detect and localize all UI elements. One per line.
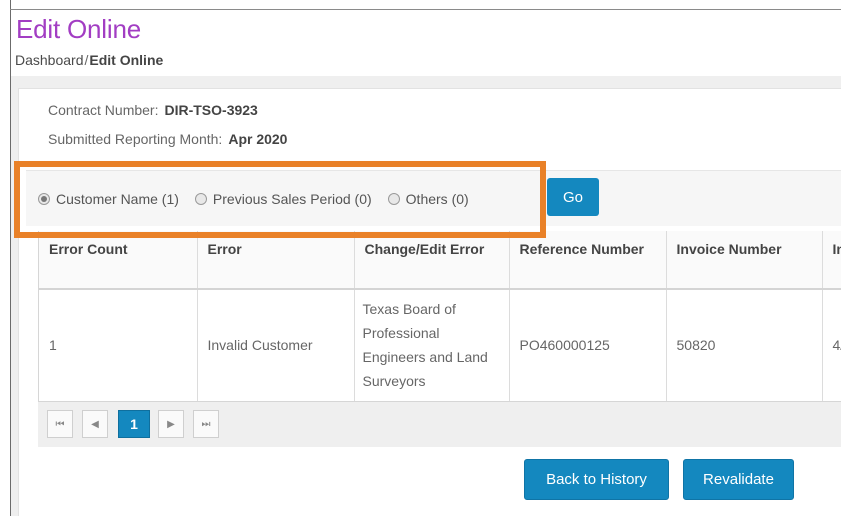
breadcrumb-dashboard[interactable]: Dashboard (15, 52, 84, 68)
page-1-button[interactable]: 1 (118, 410, 150, 438)
table-row[interactable]: 1 Invalid Customer Texas Board of Profes… (39, 289, 841, 402)
column-header-error[interactable]: Error (197, 231, 355, 290)
column-header-error-count[interactable]: Error Count (39, 231, 198, 290)
reporting-month-label: Submitted Reporting Month: (48, 131, 223, 147)
cell-reference-number: PO460000125 (509, 289, 667, 402)
filter-previous-sales-period[interactable]: Previous Sales Period (0) (194, 191, 372, 207)
filter-others-label: Others (0) (405, 191, 469, 207)
filter-previous-sales-period-label: Previous Sales Period (0) (212, 191, 372, 207)
reporting-month: Submitted Reporting Month: Apr 2020 (48, 131, 287, 147)
cell-error: Invalid Customer (197, 289, 355, 402)
page-title: Edit Online (16, 14, 141, 44)
first-page-icon[interactable]: ⏮ (47, 410, 73, 438)
filter-others[interactable]: Others (0) (387, 191, 469, 207)
radio-customer-name[interactable] (38, 193, 50, 205)
contract-number-label: Contract Number: (48, 102, 159, 118)
prev-page-icon[interactable]: ◀ (82, 410, 108, 438)
breadcrumb-current: Edit Online (89, 52, 164, 68)
column-header-invoice-number[interactable]: Invoice Number (666, 231, 823, 290)
back-to-history-button[interactable]: Back to History (524, 459, 669, 500)
last-page-icon[interactable]: ⏭ (193, 410, 219, 438)
go-button[interactable]: Go (547, 178, 599, 216)
breadcrumb: Dashboard/Edit Online (15, 52, 163, 68)
column-header-reference-number[interactable]: Reference Number (509, 231, 667, 290)
next-page-icon[interactable]: ▶ (158, 410, 184, 438)
radio-others[interactable] (387, 193, 400, 205)
contract-number: Contract Number: DIR-TSO-3923 (48, 102, 258, 118)
error-type-filter: Customer Name (1) Previous Sales Period … (38, 189, 485, 209)
cell-invoice-number: 50820 (666, 289, 823, 402)
errors-table: Error Count Error Change/Edit Error Refe… (39, 231, 841, 402)
table-header-row: Error Count Error Change/Edit Error Refe… (39, 231, 841, 290)
radio-previous-sales-period[interactable] (194, 193, 207, 205)
cell-error-count: 1 (39, 289, 198, 402)
cell-invoice-date: 4/ (822, 289, 841, 402)
column-header-invoice-date[interactable]: In (822, 231, 841, 290)
filter-customer-name[interactable]: Customer Name (1) (38, 191, 179, 207)
top-border (10, 9, 841, 10)
cell-change-edit-error[interactable]: Texas Board of Professional Engineers an… (354, 289, 510, 402)
reporting-month-value: Apr 2020 (228, 131, 288, 147)
filter-customer-name-label: Customer Name (1) (56, 191, 179, 207)
column-header-change-edit-error[interactable]: Change/Edit Error (354, 231, 510, 290)
revalidate-button[interactable]: Revalidate (683, 459, 794, 500)
contract-number-value: DIR-TSO-3923 (164, 102, 258, 118)
breadcrumb-separator: / (84, 52, 89, 68)
